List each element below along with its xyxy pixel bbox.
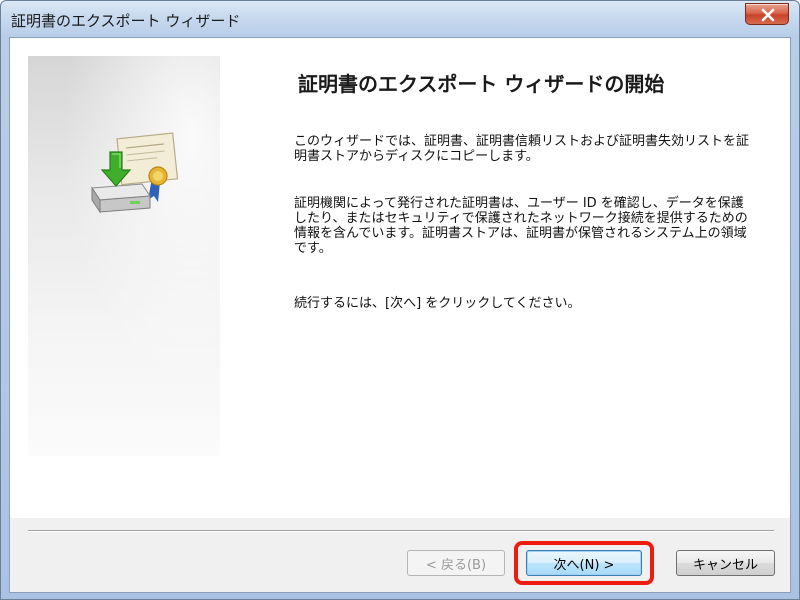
instruction-paragraph: 続行するには、[次へ] をクリックしてください。 [294, 296, 581, 311]
next-button-highlight [514, 541, 654, 585]
back-button[interactable]: < 戻る(B) [407, 550, 505, 576]
title-bar[interactable]: 証明書のエクスポート ウィザード [1, 1, 799, 37]
intro-paragraph: このウィザードでは、証明書、証明書信頼リストおよび証明書失効リストを証明書ストア… [294, 134, 750, 164]
cancel-button[interactable]: キャンセル [676, 550, 775, 576]
button-separator [28, 530, 774, 532]
wizard-content: 証明書のエクスポート ウィザードの開始 このウィザードでは、証明書、証明書信頼リ… [10, 38, 790, 518]
close-button[interactable] [745, 3, 789, 25]
wizard-client-area: 証明書のエクスポート ウィザードの開始 このウィザードでは、証明書、証明書信頼リ… [9, 37, 791, 593]
description-paragraph: 証明機関によって発行された証明書は、ユーザー ID を確認し、データを保護したり… [294, 196, 748, 256]
wizard-side-panel [28, 56, 220, 456]
page-title: 証明書のエクスポート ウィザードの開始 [298, 72, 665, 96]
wizard-window: 証明書のエクスポート ウィザード 証明書のエクスポート ウィザードの開始 このウ… [0, 0, 800, 600]
window-title: 証明書のエクスポート ウィザード [11, 12, 241, 30]
close-icon [761, 8, 775, 22]
certificate-export-icon [91, 132, 179, 214]
